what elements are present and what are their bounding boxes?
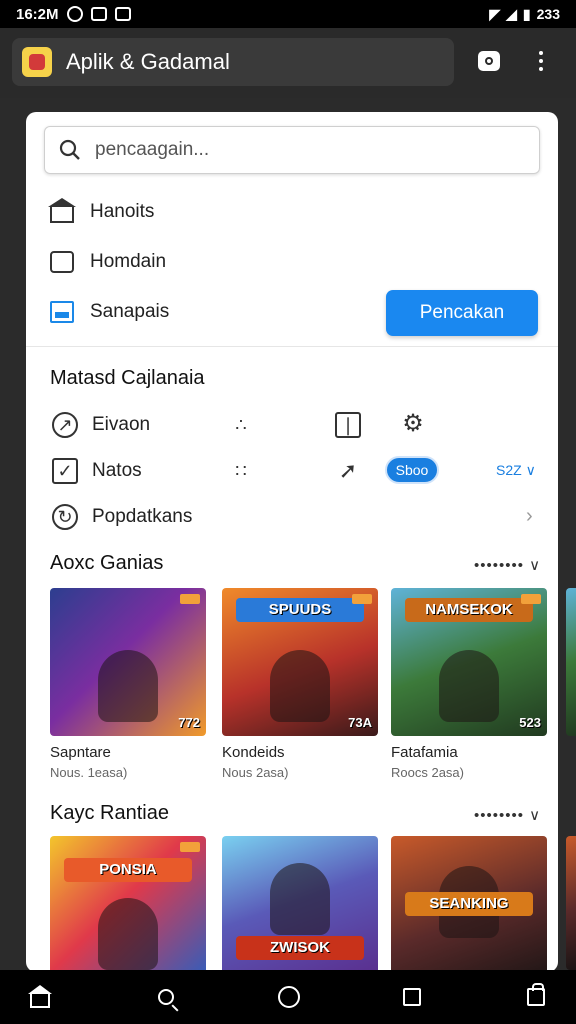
category-popdatkans[interactable]: Popdatkans	[92, 506, 192, 528]
s2z-link[interactable]: S2Z ∨	[496, 462, 536, 479]
category-natos[interactable]: Natos	[92, 460, 142, 482]
battery-icon: ▮	[522, 5, 531, 22]
game-rating: 772	[178, 715, 200, 730]
game-card[interactable]: PONSIA	[50, 836, 206, 972]
game-subtitle: Nous 2asa)	[222, 765, 289, 780]
game-logo-text: ZWISOK	[236, 936, 364, 960]
home-icon[interactable]	[26, 983, 54, 1011]
scatter-icon[interactable]: ∷	[228, 458, 254, 484]
section-kayc-more[interactable]: •••••••• ∨	[474, 806, 541, 824]
game-subtitle: Roocs 2asa)	[391, 765, 464, 780]
menu-item-homdain[interactable]: Homdain	[50, 244, 166, 280]
shopping-bag-icon[interactable]	[522, 983, 550, 1011]
game-card[interactable]: SPUUDS 73A Kondeids Nous 2asa)	[222, 588, 378, 780]
checkbox-icon: ✓	[52, 458, 78, 484]
game-logo-text: PONSIA	[64, 858, 192, 882]
recent-apps-icon[interactable]	[398, 983, 426, 1011]
game-title: Kondeids	[222, 744, 285, 761]
game-thumbnail: PONSIA	[50, 836, 206, 972]
categories-title: Matasd Cajlanaia	[50, 367, 205, 389]
signal-icon: ◢	[506, 5, 517, 22]
arrow-icon[interactable]: ➚	[335, 458, 361, 484]
bottom-navigation	[0, 970, 576, 1024]
more-options-icon[interactable]	[526, 46, 556, 76]
chevron-right-icon[interactable]: ›	[526, 505, 533, 528]
window-icon	[50, 301, 74, 323]
game-card[interactable]: ZWISOK	[222, 836, 378, 972]
search-bar[interactable]	[44, 126, 540, 174]
app-notification-icon	[114, 7, 131, 21]
category-eivaon[interactable]: Eivaon	[92, 414, 150, 436]
game-title: Fatafamia	[391, 744, 458, 761]
compass-icon: ↗	[52, 412, 78, 438]
game-subtitle: Nous. 1easa)	[50, 765, 128, 780]
game-logo-text: SEANKING	[405, 892, 533, 916]
circle-home-icon[interactable]	[275, 983, 303, 1011]
gear-icon[interactable]: ⚙	[400, 410, 426, 437]
app-logo	[22, 47, 52, 77]
game-logo-text: NAMSEKOK	[405, 598, 533, 622]
menu-item-sanapais[interactable]: Sanapais	[50, 294, 169, 330]
status-time: 16:2M	[16, 5, 59, 23]
game-logo-text: SPUUDS	[236, 598, 364, 622]
battery-level: 233	[536, 6, 560, 22]
app-title: Aplik & Gadamal	[66, 49, 230, 74]
main-panel: Hanoits Homdain Sanapais Pencakan Matasd…	[26, 112, 558, 972]
search-icon	[59, 139, 80, 160]
game-thumbnail: 772	[50, 588, 206, 736]
sboo-pill[interactable]: Sboo	[385, 456, 439, 484]
divider	[26, 346, 558, 347]
next-card-peek[interactable]	[566, 836, 576, 970]
game-thumbnail: NAMSEKOK 523	[391, 588, 547, 736]
square-icon	[50, 251, 74, 273]
menu-item-hanoits[interactable]: Hanoits	[48, 194, 155, 230]
notification-icon	[66, 6, 83, 22]
section-aoxc-title: Aoxc Ganias	[50, 552, 164, 574]
game-rating: 523	[519, 715, 541, 730]
info-box-icon[interactable]: ❘	[335, 412, 361, 438]
message-icon	[90, 7, 107, 21]
refresh-icon: ↻	[52, 504, 78, 530]
wifi-icon: ◤	[489, 5, 501, 22]
app-title-bar[interactable]: Aplik & Gadamal	[12, 38, 454, 86]
status-bar: 16:2M ◤ ◢ ▮ 233	[0, 0, 576, 28]
pencakan-button[interactable]: Pencakan	[386, 290, 538, 336]
section-kayc-title: Kayc Rantiae	[50, 802, 169, 824]
search-input[interactable]	[95, 139, 475, 161]
next-card-peek[interactable]	[566, 588, 576, 736]
game-thumbnail: SEANKING	[391, 836, 547, 972]
app-header: Aplik & Gadamal	[0, 28, 576, 98]
menu-item-label: Hanoits	[90, 201, 155, 222]
game-card[interactable]: SEANKING	[391, 836, 547, 972]
home-icon	[48, 198, 76, 223]
dots-icon[interactable]: ∴	[228, 412, 254, 438]
menu-item-label: Homdain	[90, 251, 167, 272]
game-rating: 73A	[348, 715, 372, 730]
camera-icon[interactable]	[474, 46, 504, 76]
search-icon[interactable]	[152, 983, 180, 1011]
game-card[interactable]: 772 Sapntare Nous. 1easa)	[50, 588, 206, 780]
section-aoxc-more[interactable]: •••••••• ∨	[474, 556, 541, 574]
menu-item-label: Sanapais	[90, 301, 170, 322]
game-thumbnail: SPUUDS 73A	[222, 588, 378, 736]
game-title: Sapntare	[50, 744, 111, 761]
game-card[interactable]: NAMSEKOK 523 Fatafamia Roocs 2asa)	[391, 588, 547, 780]
game-thumbnail: ZWISOK	[222, 836, 378, 972]
